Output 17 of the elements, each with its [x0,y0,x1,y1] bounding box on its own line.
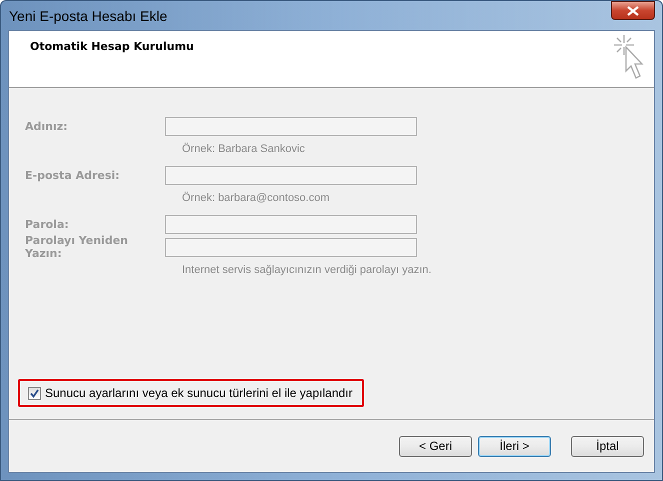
dialog-button[interactable]: İleri > [478,436,551,456]
close-icon [627,6,639,16]
field-hint: Örnek: barbara@contoso.com [182,192,331,204]
close-button[interactable] [611,1,655,20]
window-title: Yeni E-posta Hesabı Ekle [8,8,168,24]
field-hint: Internet servis sağlayıcınızın verdiği parolayı yazın. [182,264,432,276]
field-label: Adınız: [25,120,69,132]
dialog-button[interactable]: İptal [571,436,644,456]
manual-config-option[interactable]: Sunucu ayarlarını veya ek sunucu türlerini el ile yapılandır [18,379,364,407]
field-hint: Örnek: Barbara Sankovic [182,143,306,155]
field-label: E-posta Adresi: [25,168,121,182]
page-heading: Otomatik Hesap Kurulumu [30,40,194,55]
field-label: Parolayı Yeniden Yazın: [25,234,129,260]
checkbox[interactable] [28,386,41,400]
field-label: Parola: [25,218,70,230]
dialog-button[interactable]: < Geri [399,436,472,456]
checkbox-label: Sunucu ayarlarını veya ek sunucu türlerini el ile yapılandır [45,386,352,400]
